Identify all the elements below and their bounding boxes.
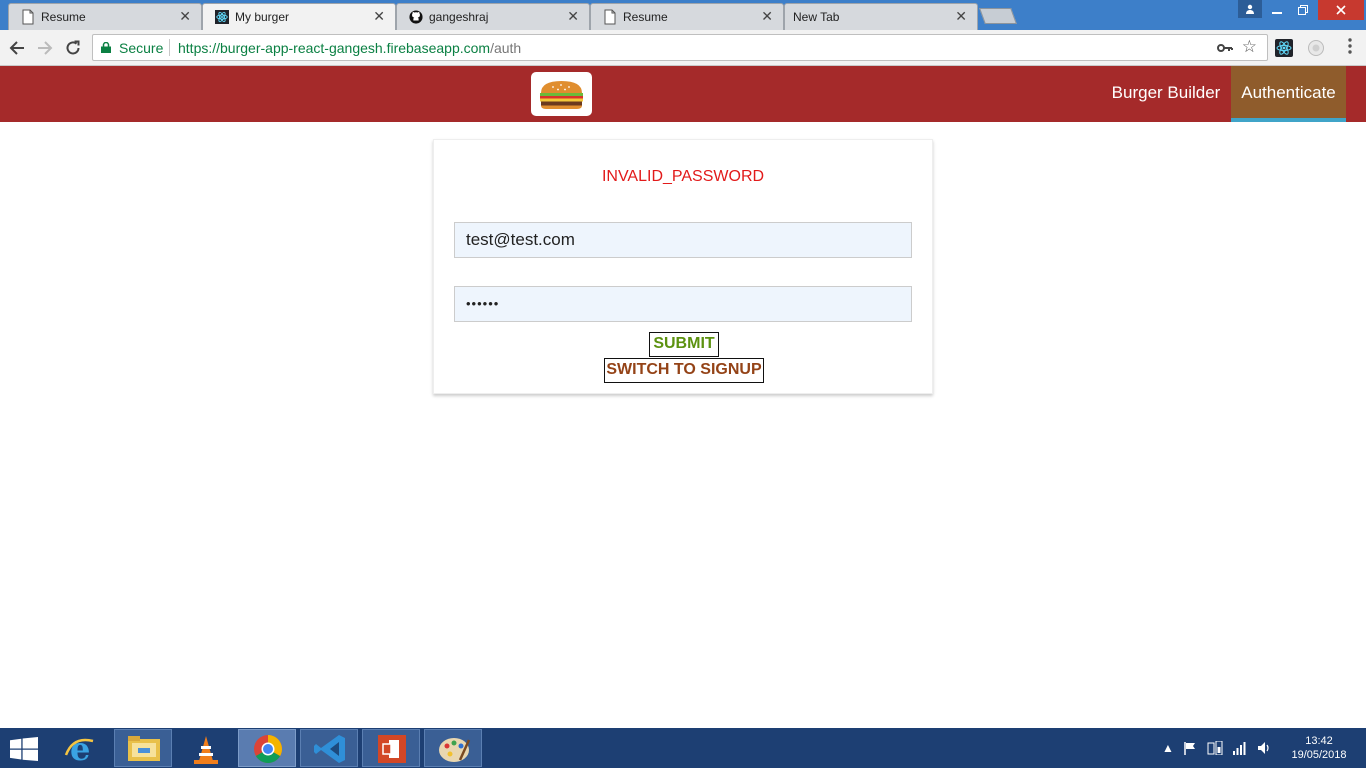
profile-button[interactable] [1238,0,1262,18]
system-clock[interactable]: 13:42 19/05/2018 [1284,734,1354,762]
tab-title: New Tab [793,10,840,24]
reload-button[interactable] [62,37,84,59]
error-message: INVALID_PASSWORD [601,168,765,185]
reload-icon [66,40,80,55]
internet-explorer-icon: e [64,730,94,768]
folder-icon [128,736,160,761]
restore-button[interactable] [1290,0,1316,20]
tab-resume-1[interactable]: Resume ✕ [8,3,202,30]
close-icon[interactable]: ✕ [179,8,191,25]
signal-icon[interactable] [1232,741,1246,755]
tab-my-burger[interactable]: My burger ✕ [202,3,396,30]
secure-label: Secure [119,40,164,56]
tab-title: Resume [41,10,86,24]
close-window-button[interactable] [1318,0,1364,20]
tab-title: Resume [623,10,668,24]
star-icon[interactable]: ☆ [1242,37,1257,57]
url-path: /auth [490,40,522,56]
volume-icon[interactable] [1257,741,1271,755]
lock-icon [101,42,111,53]
flag-icon[interactable] [1183,741,1197,755]
minimize-button[interactable] [1264,0,1290,20]
close-icon[interactable]: ✕ [955,8,967,25]
taskbar-chrome[interactable] [238,729,296,767]
url-host: https://burger-app-react-gangesh.firebas… [178,40,491,56]
url-text[interactable]: https://burger-app-react-gangesh.firebas… [178,40,521,56]
chrome-icon [254,735,282,763]
react-icon [215,10,229,24]
clock-time: 13:42 [1305,735,1333,747]
extension-icon[interactable] [1307,39,1325,57]
email-field[interactable]: test@test.com [454,222,912,258]
taskbar-vscode[interactable] [300,729,358,767]
document-icon [22,9,34,25]
clock-date: 19/05/2018 [1291,749,1347,761]
close-icon[interactable]: ✕ [373,8,385,25]
tab-resume-2[interactable]: Resume ✕ [590,3,784,30]
address-bar[interactable]: Secure https://burger-app-react-gangesh.… [92,34,1268,61]
nav-authenticate[interactable]: Authenticate [1231,66,1346,122]
arrow-right-icon [38,41,53,55]
restore-icon [1298,5,1308,15]
taskbar-internet-explorer[interactable]: e [52,729,110,768]
vlc-icon [194,736,218,764]
document-icon [604,9,616,25]
office-icon [378,735,406,763]
react-devtools-icon[interactable] [1275,39,1293,57]
minimize-icon [1272,12,1282,14]
github-icon [409,10,423,24]
svg-text:e: e [70,730,90,768]
chevron-up-icon[interactable]: ▲ [1162,741,1174,755]
paint-icon [439,738,471,762]
taskbar-vlc[interactable] [176,729,234,767]
browser-titlebar: Resume ✕ My burger ✕ gangeshraj ✕ Resume… [0,0,1366,30]
arrow-left-icon [9,41,24,55]
close-icon [1336,5,1346,15]
app-toolbar: Burger Builder Authenticate [0,66,1366,122]
password-field[interactable]: •••••• [454,286,912,322]
tab-title: gangeshraj [429,10,489,24]
taskbar-office[interactable] [362,729,420,767]
new-tab-button[interactable] [979,8,1017,24]
nav-burger-builder[interactable]: Burger Builder [1102,66,1230,122]
taskbar-paint[interactable] [424,729,482,767]
tab-title: My burger [235,10,290,24]
separator [169,39,170,56]
person-icon [1246,4,1254,14]
menu-icon[interactable] [1340,38,1360,58]
auth-card: INVALID_PASSWORD test@test.com •••••• SU… [433,139,933,394]
windows-start-icon[interactable] [10,737,38,761]
forward-button[interactable] [34,37,56,59]
tab-gangeshraj[interactable]: gangeshraj ✕ [396,3,590,30]
burger-icon [540,81,583,109]
submit-button[interactable]: SUBMIT [649,332,719,357]
close-icon[interactable]: ✕ [567,8,579,25]
burger-logo[interactable] [531,72,592,116]
back-button[interactable] [6,37,28,59]
switch-to-signup-button[interactable]: SWITCH TO SIGNUP [604,358,764,383]
close-icon[interactable]: ✕ [761,8,773,25]
taskbar-file-explorer[interactable] [114,729,172,767]
key-icon[interactable] [1217,39,1233,56]
tab-new-tab[interactable]: New Tab ✕ [784,3,978,30]
browser-toolbar: Secure https://burger-app-react-gangesh.… [0,30,1366,66]
taskbar: e ▲ 13:42 19/05/2018 [0,728,1366,768]
device-icon[interactable] [1207,741,1223,755]
vscode-icon [314,735,345,763]
